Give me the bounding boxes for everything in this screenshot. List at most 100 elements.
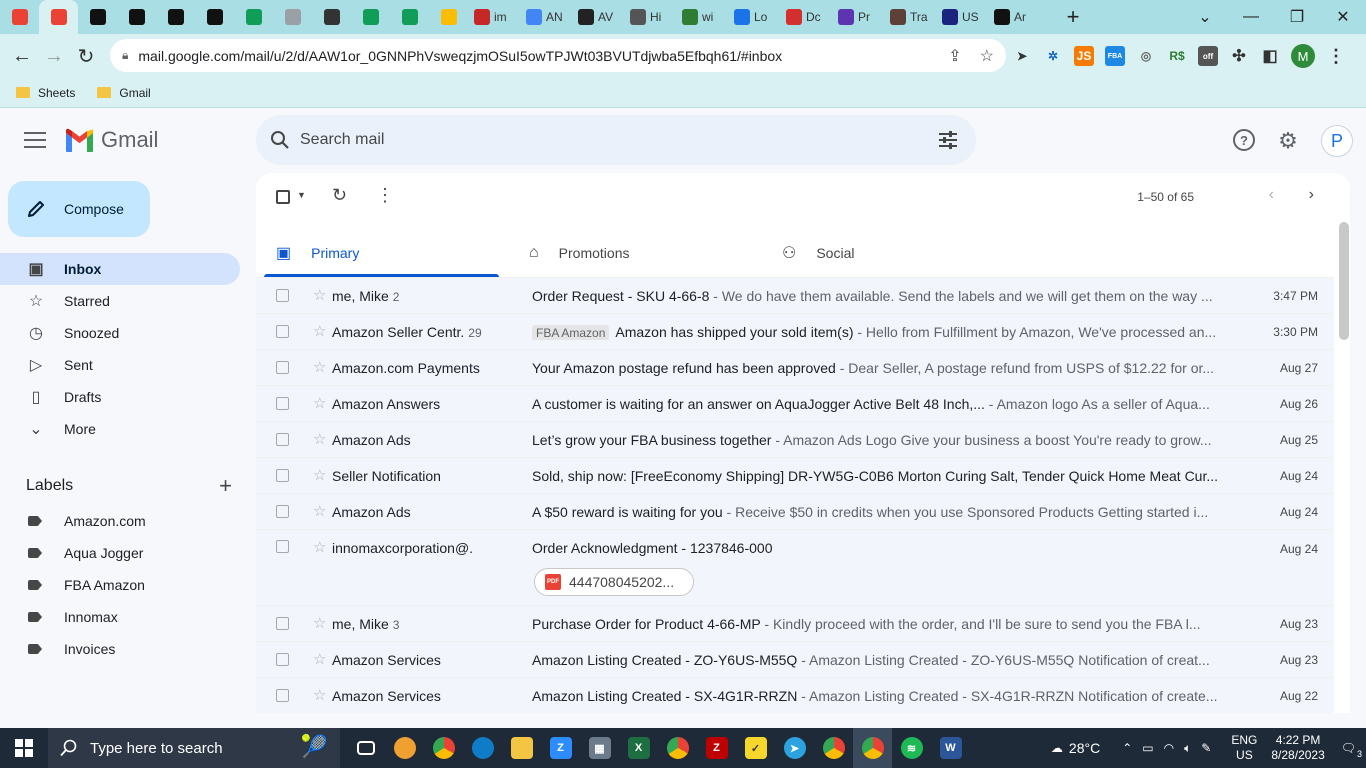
task-view-icon[interactable]	[346, 728, 385, 768]
pen-icon[interactable]: ✎	[1201, 741, 1211, 755]
star-icon[interactable]: ☆	[313, 431, 329, 448]
sidebar-item-more[interactable]: ⌄ More	[0, 413, 240, 445]
minimize-icon[interactable]: —	[1228, 0, 1274, 34]
file-explorer-icon[interactable]	[502, 728, 541, 768]
main-menu-icon[interactable]	[24, 129, 46, 151]
select-dropdown-icon[interactable]: ▼	[297, 190, 306, 200]
star-icon[interactable]: ☆	[313, 651, 329, 668]
email-row[interactable]: ☆ Amazon Answers A customer is waiting for…	[256, 385, 1334, 421]
extension-rs-icon[interactable]: R$	[1167, 46, 1187, 66]
extension-camera-icon[interactable]: ◎	[1136, 46, 1156, 66]
browser-tab[interactable]: Ar	[988, 0, 1040, 34]
search-input[interactable]	[300, 131, 900, 149]
notifications-icon[interactable]: 🗨︎ 3	[1341, 741, 1362, 759]
bookmark-gmail[interactable]: Gmail	[97, 86, 151, 100]
select-all-checkbox[interactable]	[276, 190, 290, 204]
calculator-icon[interactable]: ▦	[580, 728, 619, 768]
gmail-logo[interactable]: Gmail	[64, 127, 158, 153]
extension-off-icon[interactable]: off	[1198, 46, 1218, 66]
browser-tab[interactable]: wi	[676, 0, 728, 34]
browser-tab[interactable]	[312, 0, 351, 34]
email-checkbox[interactable]	[276, 540, 289, 553]
reload-icon[interactable]: ↻	[70, 40, 102, 72]
email-checkbox[interactable]	[276, 397, 289, 410]
browser-tab[interactable]	[429, 0, 468, 34]
email-row[interactable]: ☆ Amazon Services Amazon Listing Created -…	[256, 677, 1334, 713]
star-icon[interactable]: ☆	[313, 323, 329, 340]
email-row[interactable]: ☆ me, Mike 3 Purchase Order for Product 4-6…	[256, 605, 1334, 641]
star-icon[interactable]: ☆	[313, 687, 329, 704]
label-item[interactable]: Amazon.com	[0, 505, 240, 537]
browser-tab[interactable]: Hi	[624, 0, 676, 34]
browser-tab[interactable]	[156, 0, 195, 34]
windows-start-icon[interactable]	[0, 728, 48, 768]
side-panel-icon[interactable]: ◧	[1260, 46, 1280, 66]
maximize-icon[interactable]: ❐	[1274, 0, 1320, 34]
share-icon[interactable]: ⇪	[948, 46, 961, 66]
tray-chevron-icon[interactable]: ⌃	[1122, 741, 1132, 755]
browser-tab[interactable]: Tra	[884, 0, 936, 34]
tab-primary[interactable]: ▣ Primary	[264, 229, 517, 277]
email-checkbox[interactable]	[276, 361, 289, 374]
help-icon[interactable]: ?	[1233, 129, 1255, 151]
attachment-chip[interactable]: PDF 444708045202...	[534, 568, 694, 596]
email-checkbox[interactable]	[276, 433, 289, 446]
tab-search-icon[interactable]: ⌄	[1182, 0, 1228, 34]
label-chip[interactable]: FBA Amazon	[532, 324, 610, 340]
sidebar-item-drafts[interactable]: ▯ Drafts	[0, 381, 240, 413]
email-checkbox[interactable]	[276, 325, 289, 338]
email-row[interactable]: ☆ Amazon Seller Centr. 29 FBA Amazon Amazon …	[256, 313, 1334, 349]
volume-icon[interactable]: 🔈︎	[1184, 741, 1191, 756]
email-checkbox[interactable]	[276, 469, 289, 482]
chrome-active-icon[interactable]	[853, 728, 892, 768]
search-icon[interactable]	[270, 130, 290, 150]
sticky-notes-icon[interactable]: ✓	[736, 728, 775, 768]
browser-tab[interactable]	[39, 0, 78, 34]
label-item[interactable]: FBA Amazon	[0, 569, 240, 601]
email-checkbox[interactable]	[276, 689, 289, 702]
browser-tab[interactable]	[78, 0, 117, 34]
browser-tab[interactable]	[0, 0, 39, 34]
new-tab-icon[interactable]: +	[1058, 2, 1088, 32]
bookmark-star-icon[interactable]: ☆	[980, 46, 994, 66]
email-checkbox[interactable]	[276, 289, 289, 302]
browser-tab[interactable]: im	[468, 0, 520, 34]
settings-gear-icon[interactable]: ⚙	[1276, 128, 1300, 153]
more-options-icon[interactable]: ⋮	[376, 185, 394, 206]
search-options-icon[interactable]	[938, 130, 958, 150]
browser-tab[interactable]: AN	[520, 0, 572, 34]
browser-tab[interactable]	[351, 0, 390, 34]
weather-icon[interactable]: ☁	[1051, 741, 1063, 755]
sidebar-item-inbox[interactable]: ▣ Inbox	[0, 253, 240, 285]
back-icon[interactable]: ←	[6, 40, 38, 72]
star-icon[interactable]: ☆	[313, 395, 329, 412]
compose-button[interactable]: Compose	[8, 181, 150, 237]
app-orange-icon[interactable]	[385, 728, 424, 768]
browser-tab[interactable]	[117, 0, 156, 34]
sidebar-item-snoozed[interactable]: ◷ Snoozed	[0, 317, 240, 349]
browser-tab[interactable]: Dc	[780, 0, 832, 34]
email-row[interactable]: ☆ Amazon.com Payments Your Amazon postage …	[256, 349, 1334, 385]
word-icon[interactable]: W	[931, 728, 970, 768]
close-window-icon[interactable]: ✕	[1320, 0, 1366, 34]
tab-promotions[interactable]: ⌂ Promotions	[517, 229, 770, 277]
sidebar-item-starred[interactable]: ☆ Starred	[0, 285, 240, 317]
browser-tab[interactable]: AV	[572, 0, 624, 34]
spotify-icon[interactable]: ≋	[892, 728, 931, 768]
search-bar[interactable]	[256, 115, 976, 165]
telegram-icon[interactable]: ➤	[775, 728, 814, 768]
email-checkbox[interactable]	[276, 617, 289, 630]
browser-tab[interactable]: Lo	[728, 0, 780, 34]
star-icon[interactable]: ☆	[313, 540, 329, 556]
label-item[interactable]: Invoices	[0, 633, 240, 665]
battery-icon[interactable]: ▭	[1142, 741, 1153, 755]
browser-tab[interactable]	[390, 0, 429, 34]
zoom-icon[interactable]: Z	[541, 728, 580, 768]
email-checkbox[interactable]	[276, 653, 289, 666]
tab-social[interactable]: ⚇ Social	[770, 229, 1023, 277]
label-item[interactable]: Innomax	[0, 601, 240, 633]
email-checkbox[interactable]	[276, 505, 289, 518]
account-avatar[interactable]: P	[1321, 125, 1353, 157]
browser-tab[interactable]: Pr	[832, 0, 884, 34]
browser-profile-avatar[interactable]: M	[1291, 44, 1315, 68]
